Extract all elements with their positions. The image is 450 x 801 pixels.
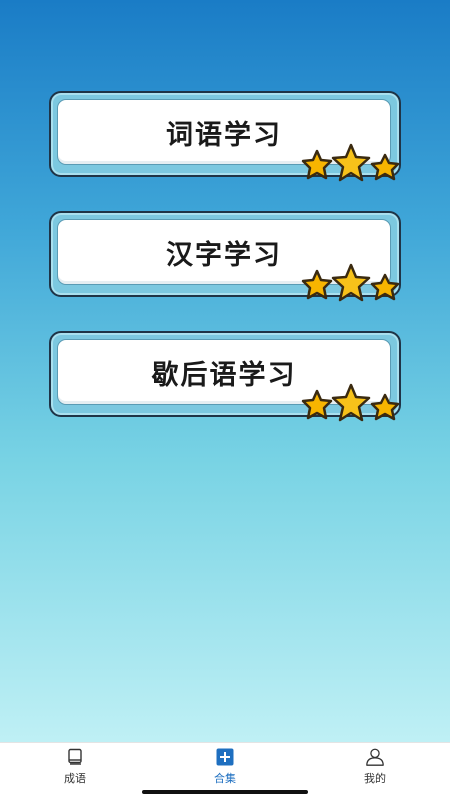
star-icon	[301, 269, 333, 300]
card-character-study[interactable]: 汉字学习	[49, 211, 401, 302]
star-icon	[370, 153, 400, 181]
tab-label: 成语	[64, 772, 86, 785]
stars-decoration	[301, 143, 400, 182]
plus-square-icon	[215, 747, 235, 767]
stars-decoration	[301, 263, 400, 302]
home-indicator[interactable]	[142, 790, 308, 794]
tab-label: 合集	[214, 772, 236, 785]
star-icon	[301, 389, 333, 420]
tab-mine[interactable]: 我的	[335, 747, 415, 787]
tab-idiom[interactable]: 成语	[35, 747, 115, 787]
tab-label: 我的	[364, 772, 386, 785]
tab-collection[interactable]: 合集	[185, 747, 265, 787]
card-label: 汉字学习	[166, 239, 282, 271]
star-icon	[370, 393, 400, 421]
card-word-study[interactable]: 词语学习	[49, 91, 401, 182]
card-xiehouyu-study[interactable]: 歇后语学习	[49, 331, 401, 422]
star-icon	[331, 263, 371, 302]
card-label: 歇后语学习	[151, 359, 297, 391]
star-icon	[331, 143, 371, 182]
star-icon	[370, 273, 400, 301]
card-label: 词语学习	[166, 119, 282, 151]
star-icon	[331, 383, 371, 422]
person-icon	[365, 747, 385, 767]
stars-decoration	[301, 383, 400, 422]
star-icon	[301, 149, 333, 180]
book-icon	[65, 747, 85, 767]
